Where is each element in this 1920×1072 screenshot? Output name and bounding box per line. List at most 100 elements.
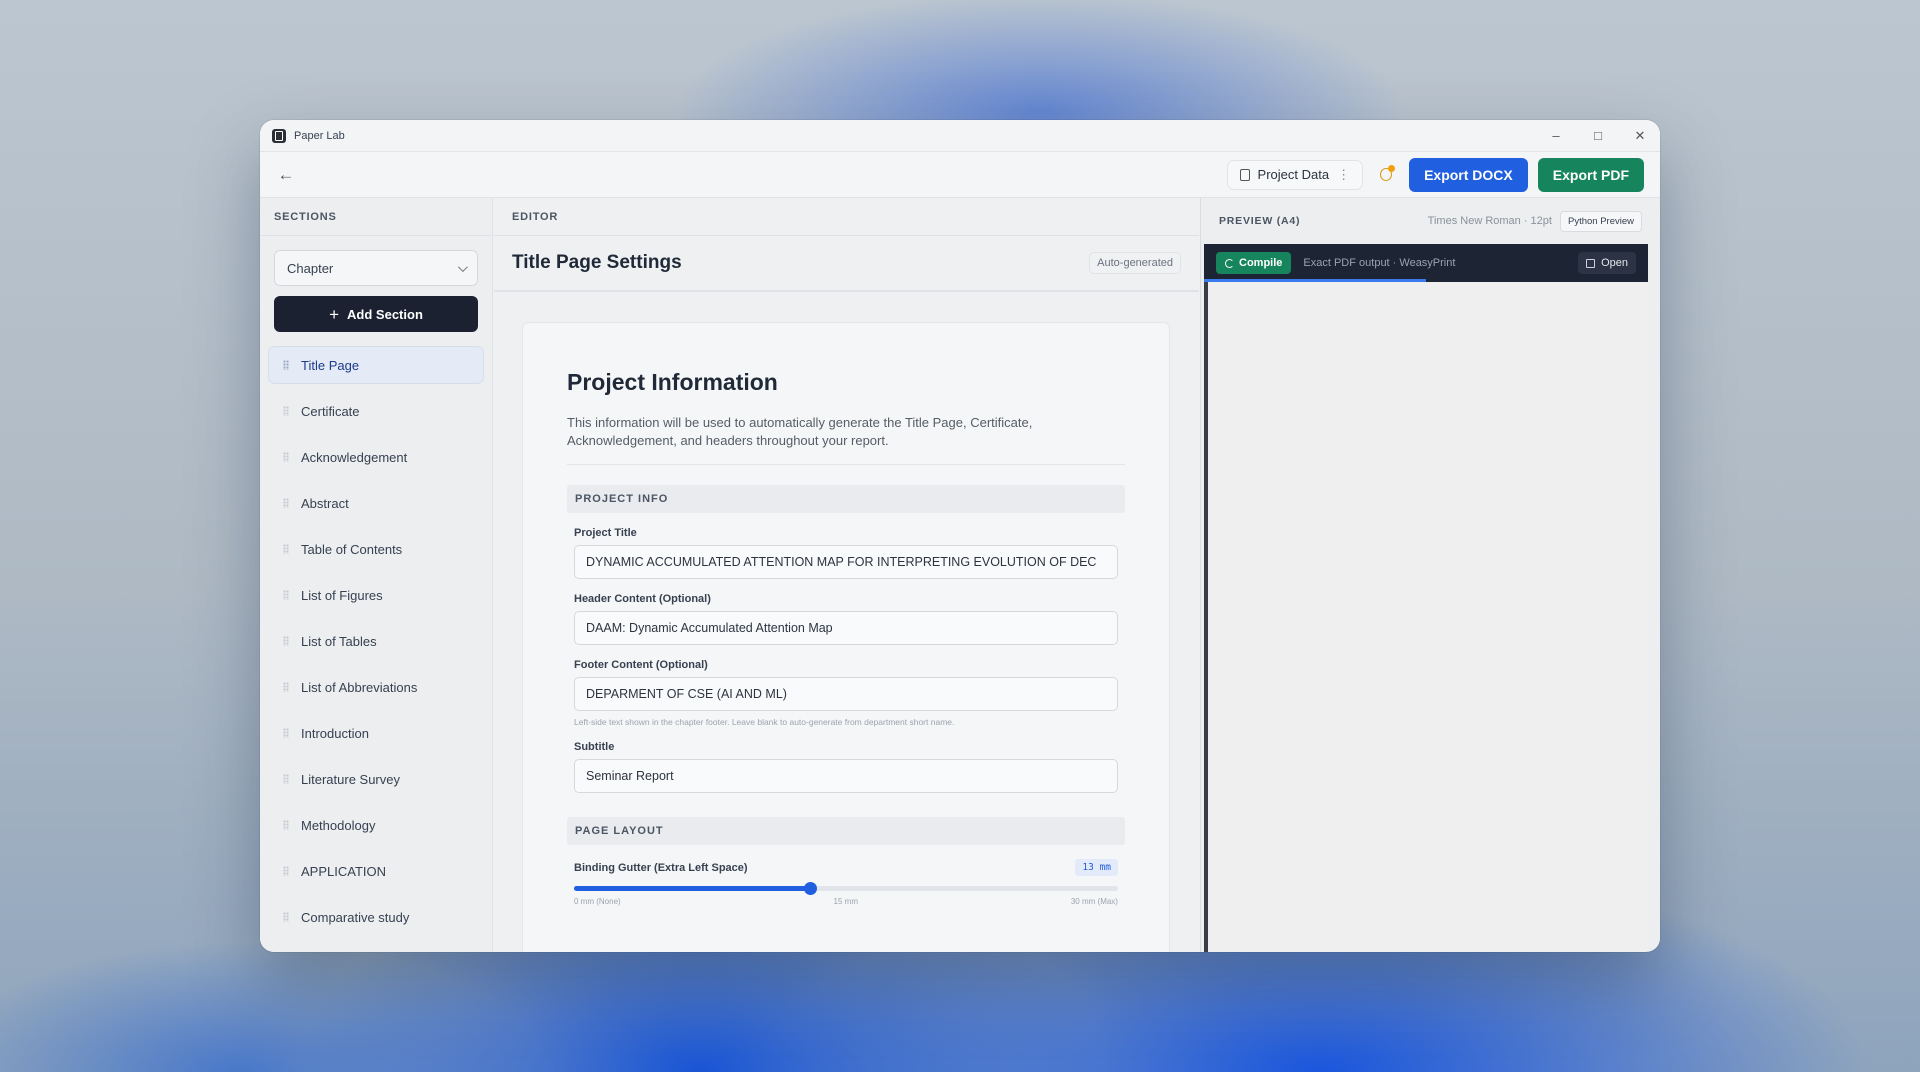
compile-button[interactable]: Compile (1216, 252, 1292, 274)
page-layout-heading: PAGE LAYOUT (567, 817, 1125, 845)
editor-title: Title Page Settings (512, 252, 682, 273)
footer-content-label: Footer Content (Optional) (574, 659, 708, 671)
drag-handle-icon[interactable] (283, 544, 289, 554)
chevron-down-icon (457, 261, 468, 272)
slider-thumb[interactable] (803, 882, 817, 895)
lightbulb-icon[interactable] (1373, 162, 1399, 188)
sidebar-item-label: Abstract (301, 495, 349, 511)
editor-heading: EDITOR (494, 198, 1199, 236)
drag-handle-icon[interactable] (283, 360, 289, 370)
output-info: Exact PDF output · WeasyPrint (1303, 257, 1456, 269)
open-button[interactable]: Open (1578, 252, 1636, 274)
tick-min: 0 mm (None) (574, 897, 621, 906)
preview-font-info: Times New Roman · 12pt (1427, 215, 1552, 227)
document-icon (1239, 168, 1250, 181)
sidebar-item-table-of-contents[interactable]: Table of Contents (268, 530, 484, 568)
tick-mid: 15 mm (833, 897, 858, 906)
binding-gutter-slider[interactable] (574, 882, 1118, 895)
sidebar-item-list-of-figures[interactable]: List of Figures (268, 576, 484, 614)
sidebar-item-label: Comparative study (301, 909, 410, 925)
preview-header: PREVIEW (A4) Times New Roman · 12pt Pyth… (1201, 198, 1660, 244)
drag-handle-icon[interactable] (283, 774, 289, 784)
binding-gutter-row: Binding Gutter (Extra Left Space) 13 mm (567, 859, 1125, 876)
sidebar-item-label: Introduction (301, 725, 369, 741)
header-content-label: Header Content (Optional) (574, 593, 711, 605)
project-info-heading: PROJECT INFO (567, 485, 1125, 513)
section-type-value: Chapter (287, 260, 334, 276)
drag-handle-icon[interactable] (283, 820, 289, 830)
app-title: Paper Lab (294, 129, 345, 142)
sidebar-item-introduction[interactable]: Introduction (268, 714, 484, 752)
drag-handle-icon[interactable] (283, 728, 289, 738)
compile-label: Compile (1239, 257, 1283, 269)
project-information-card: Project Information This information wil… (522, 322, 1170, 952)
add-section-label: Add Section (347, 306, 423, 322)
sidebar-item-label: Methodology (301, 817, 376, 833)
python-preview-button[interactable]: Python Preview (1559, 210, 1642, 232)
export-docx-button[interactable]: Export DOCX (1409, 157, 1528, 192)
tick-max: 30 mm (Max) (1070, 897, 1118, 906)
preview-heading: PREVIEW (A4) (1219, 215, 1301, 227)
header-content-field: Header Content (Optional) DAAM: Dynamic … (567, 593, 1125, 645)
card-description: This information will be used to automat… (567, 414, 1125, 465)
sidebar-item-label: Literature Survey (301, 771, 400, 787)
sidebar-item-label: List of Tables (301, 633, 377, 649)
plus-icon: + (329, 304, 340, 324)
export-pdf-button[interactable]: Export PDF (1537, 157, 1644, 192)
maximize-icon[interactable]: □ (1590, 128, 1606, 144)
footer-content-input[interactable]: DEPARMENT OF CSE (AI AND ML) (574, 677, 1118, 711)
kebab-menu-icon[interactable]: ⋮ (1337, 167, 1350, 183)
sidebar-item-abstract[interactable]: Abstract (268, 484, 484, 522)
refresh-icon (1225, 258, 1234, 268)
subtitle-field: Subtitle Seminar Report (567, 741, 1125, 793)
sidebar-item-title-page[interactable]: Title Page (268, 346, 484, 384)
sidebar-item-certificate[interactable]: Certificate (268, 392, 484, 430)
sidebar-item-list-of-tables[interactable]: List of Tables (268, 622, 484, 660)
header-content-input[interactable]: DAAM: Dynamic Accumulated Attention Map (574, 611, 1118, 645)
sidebar-item-list-of-abbreviations[interactable]: List of Abbreviations (268, 668, 484, 706)
back-arrow-icon[interactable]: ← (276, 165, 296, 185)
preview-panel: PREVIEW (A4) Times New Roman · 12pt Pyth… (1200, 198, 1660, 952)
subtitle-label: Subtitle (574, 741, 615, 753)
top-toolbar: ← Project Data ⋮ Export DOCX Export PDF (260, 152, 1660, 198)
drag-handle-icon[interactable] (283, 636, 289, 646)
slider-ticks: 0 mm (None) 15 mm 30 mm (Max) (567, 897, 1125, 906)
preview-page (1208, 282, 1648, 952)
sections-sidebar: SECTIONS Chapter + Add Section Title Pag… (260, 198, 493, 952)
drag-handle-icon[interactable] (283, 452, 289, 462)
slider-fill (574, 886, 810, 891)
sidebar-item-methodology[interactable]: Methodology (268, 806, 484, 844)
sidebar-item-literature-survey[interactable]: Literature Survey (268, 760, 484, 798)
project-title-field: Project Title DYNAMIC ACCUMULATED ATTENT… (567, 527, 1125, 579)
project-title-label: Project Title (574, 527, 637, 539)
sidebar-item-label: Certificate (301, 403, 360, 419)
minimize-icon[interactable]: – (1548, 128, 1564, 144)
app-window: Paper Lab – □ ✕ ← Project Data ⋮ Export … (260, 120, 1660, 952)
drag-handle-icon[interactable] (283, 498, 289, 508)
preview-canvas (1204, 282, 1648, 952)
subtitle-input[interactable]: Seminar Report (574, 759, 1118, 793)
project-title-input[interactable]: DYNAMIC ACCUMULATED ATTENTION MAP FOR IN… (574, 545, 1118, 579)
drag-handle-icon[interactable] (283, 406, 289, 416)
sidebar-item-comparative-study[interactable]: Comparative study (268, 898, 484, 936)
add-section-button[interactable]: + Add Section (274, 296, 478, 332)
drag-handle-icon[interactable] (283, 866, 289, 876)
section-list: Title Page Certificate Acknowledgement Abst… (260, 346, 492, 936)
card-title: Project Information (567, 369, 778, 395)
sidebar-item-label: List of Abbreviations (301, 679, 418, 695)
close-icon[interactable]: ✕ (1632, 128, 1648, 144)
section-type-select[interactable]: Chapter (274, 250, 478, 286)
sidebar-item-acknowledgement[interactable]: Acknowledgement (268, 438, 484, 476)
sidebar-item-label: Table of Contents (301, 541, 403, 557)
drag-handle-icon[interactable] (283, 590, 289, 600)
sidebar-item-application[interactable]: APPLICATION (268, 852, 484, 890)
binding-gutter-value: 13 mm (1075, 859, 1118, 876)
open-label: Open (1601, 257, 1628, 269)
title-bar: Paper Lab – □ ✕ (260, 120, 1660, 152)
drag-handle-icon[interactable] (283, 912, 289, 922)
toolbar-actions: Project Data ⋮ Export DOCX Export PDF (1226, 157, 1644, 192)
drag-handle-icon[interactable] (283, 682, 289, 692)
sidebar-item-label: List of Figures (301, 587, 383, 603)
project-data-button[interactable]: Project Data ⋮ (1226, 159, 1364, 190)
auto-generated-badge: Auto-generated (1089, 252, 1181, 274)
